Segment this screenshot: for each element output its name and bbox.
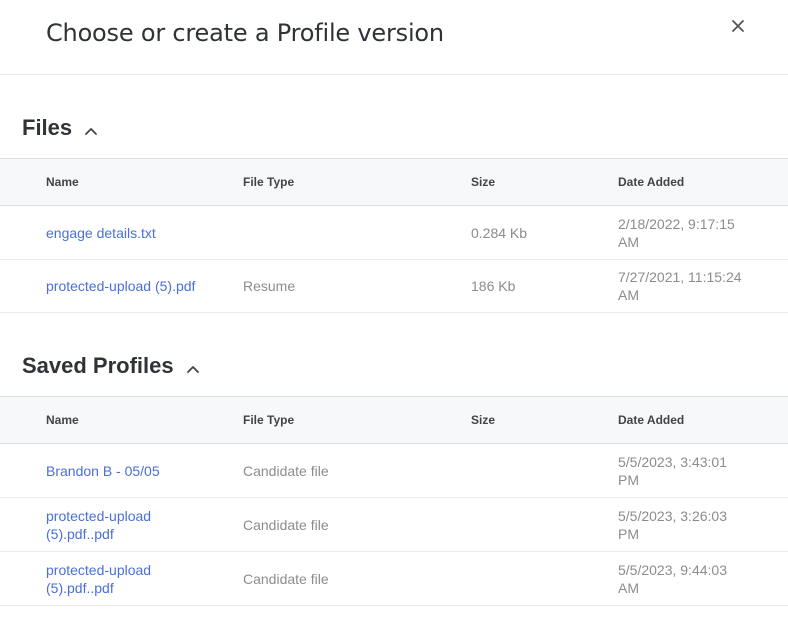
file-name-link[interactable]: protected-upload (5).pdf bbox=[46, 278, 195, 294]
file-size-cell bbox=[471, 497, 618, 552]
modal-header: Choose or create a Profile version bbox=[0, 0, 788, 75]
column-header-size[interactable]: Size bbox=[471, 396, 618, 444]
saved-profiles-table: Name File Type Size Date Added Brandon B… bbox=[0, 396, 788, 606]
file-type-cell: Candidate file bbox=[243, 497, 471, 552]
file-type-cell bbox=[243, 205, 471, 260]
close-icon bbox=[732, 20, 744, 32]
table-header-row: Name File Type Size Date Added bbox=[0, 396, 788, 444]
column-header-file-type[interactable]: File Type bbox=[243, 396, 471, 444]
file-size-cell bbox=[471, 443, 618, 498]
table-row[interactable]: protected-upload (5).pdf..pdf Candidate … bbox=[0, 497, 788, 552]
file-name-link[interactable]: engage details.txt bbox=[46, 225, 156, 241]
column-header-date-added[interactable]: Date Added bbox=[618, 396, 788, 444]
table-row[interactable]: protected-upload (5).pdf..pdf Candidate … bbox=[0, 551, 788, 606]
files-collapse-button[interactable] bbox=[84, 116, 98, 142]
column-header-size[interactable]: Size bbox=[471, 158, 618, 206]
profile-name-link[interactable]: Brandon B - 05/05 bbox=[46, 463, 160, 479]
files-table: Name File Type Size Date Added engage de… bbox=[0, 158, 788, 313]
files-section-title: Files bbox=[22, 115, 73, 140]
column-header-name[interactable]: Name bbox=[46, 396, 243, 444]
profile-name-link[interactable]: protected-upload (5).pdf..pdf bbox=[46, 562, 151, 596]
chevron-up-icon bbox=[85, 128, 98, 135]
column-header-file-type[interactable]: File Type bbox=[243, 158, 471, 206]
column-header-name[interactable]: Name bbox=[46, 158, 243, 206]
date-added-cell: 7/27/2021, 11:15:24 AM bbox=[618, 259, 788, 313]
file-type-cell: Candidate file bbox=[243, 443, 471, 498]
chevron-up-icon bbox=[186, 366, 199, 373]
table-header-row: Name File Type Size Date Added bbox=[0, 158, 788, 206]
profile-name-link[interactable]: protected-upload (5).pdf..pdf bbox=[46, 508, 151, 542]
file-type-cell: Candidate file bbox=[243, 551, 471, 606]
date-added-cell: 5/5/2023, 3:26:03 PM bbox=[618, 497, 788, 552]
table-row[interactable]: Brandon B - 05/05 Candidate file 5/5/202… bbox=[0, 443, 788, 498]
close-button[interactable] bbox=[728, 16, 748, 36]
table-row[interactable]: engage details.txt 0.284 Kb 2/18/2022, 9… bbox=[0, 205, 788, 260]
modal-title: Choose or create a Profile version bbox=[46, 19, 444, 47]
file-size-cell: 0.284 Kb bbox=[471, 205, 618, 260]
date-added-cell: 5/5/2023, 3:43:01 PM bbox=[618, 443, 788, 498]
table-row[interactable]: protected-upload (5).pdf Resume 186 Kb 7… bbox=[0, 259, 788, 313]
saved-profiles-section-header: Saved Profiles bbox=[22, 352, 200, 380]
file-type-cell: Resume bbox=[243, 259, 471, 313]
column-header-date-added[interactable]: Date Added bbox=[618, 158, 788, 206]
saved-profiles-section-title: Saved Profiles bbox=[22, 353, 174, 378]
date-added-cell: 2/18/2022, 9:17:15 AM bbox=[618, 205, 788, 260]
file-size-cell bbox=[471, 551, 618, 606]
file-size-cell: 186 Kb bbox=[471, 259, 618, 313]
files-section-header: Files bbox=[22, 114, 98, 142]
saved-profiles-collapse-button[interactable] bbox=[186, 354, 200, 380]
date-added-cell: 5/5/2023, 9:44:03 AM bbox=[618, 551, 788, 606]
